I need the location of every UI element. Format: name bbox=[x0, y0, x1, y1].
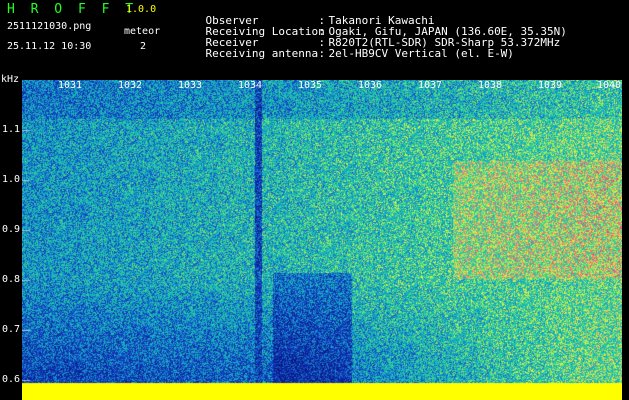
x-tick: 1040 bbox=[597, 80, 622, 91]
app-title: H R O F F T bbox=[7, 2, 138, 17]
x-tick: 1038 bbox=[478, 80, 503, 91]
x-tick: 1035 bbox=[298, 80, 323, 91]
date-time: 25.11.12 10:30 bbox=[7, 41, 92, 52]
x-tick: 1033 bbox=[178, 80, 203, 91]
y-axis-unit: kHz bbox=[1, 74, 20, 85]
spectrogram bbox=[22, 80, 622, 400]
y-tick: 1.0 bbox=[2, 174, 21, 185]
detection-count: 2 bbox=[140, 41, 147, 52]
y-tick: 0.9 bbox=[2, 224, 21, 235]
x-tick: 1037 bbox=[418, 80, 443, 91]
info-separator: : bbox=[318, 47, 326, 60]
y-tick: 1.1 bbox=[2, 124, 21, 135]
info-row-observer: Observer: Takanori Kawachi bbox=[179, 4, 567, 26]
app-version: 1.0.0 bbox=[126, 4, 157, 15]
info-label: Receiving antenna bbox=[205, 47, 319, 60]
file-name: 2511121030.png bbox=[7, 21, 92, 32]
y-tick: 0.6 bbox=[2, 374, 21, 385]
x-tick: 1034 bbox=[238, 80, 263, 91]
info-value: 2el-HB9CV Vertical (el. E-W) bbox=[328, 47, 514, 60]
x-tick: 1036 bbox=[358, 80, 383, 91]
detection-label: meteor bbox=[124, 26, 161, 37]
x-tick: 1039 bbox=[538, 80, 563, 91]
x-tick: 1031 bbox=[58, 80, 83, 91]
y-tick: 0.8 bbox=[2, 274, 21, 285]
x-tick: 1032 bbox=[118, 80, 143, 91]
y-tick: 0.7 bbox=[2, 324, 21, 335]
station-info: Observer: Takanori Kawachi Receiving Loca… bbox=[179, 4, 567, 59]
